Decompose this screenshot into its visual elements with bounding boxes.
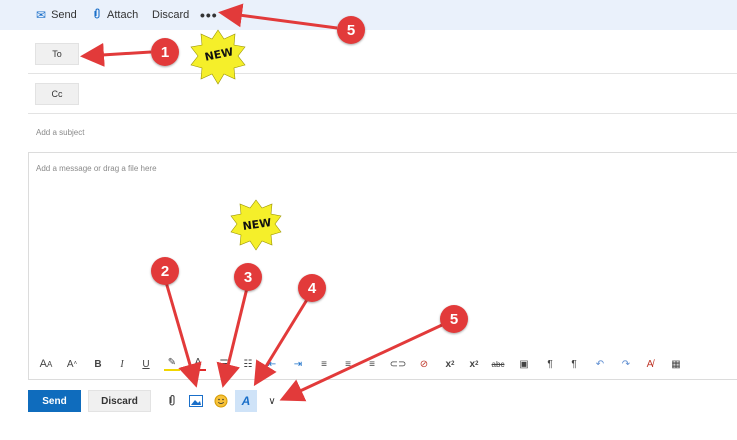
callout-badge-1: 1 [151, 38, 179, 66]
callout-arrow-1 [80, 42, 152, 67]
callout-badge-3: 3 [234, 263, 262, 291]
callout-badge-5-bottom: 5 [440, 305, 468, 333]
callout-badge-2: 2 [151, 257, 179, 285]
callout-arrow-5-top [218, 3, 338, 30]
callout-badge-5-top: 5 [337, 16, 365, 44]
callout-arrow-2 [164, 281, 202, 388]
callout-arrow-3 [216, 287, 249, 388]
callout-arrow-5-bottom [279, 323, 443, 402]
callout-badge-4: 4 [298, 274, 326, 302]
callout-arrow-4 [253, 297, 310, 387]
annotation-overlay [80, 3, 443, 402]
